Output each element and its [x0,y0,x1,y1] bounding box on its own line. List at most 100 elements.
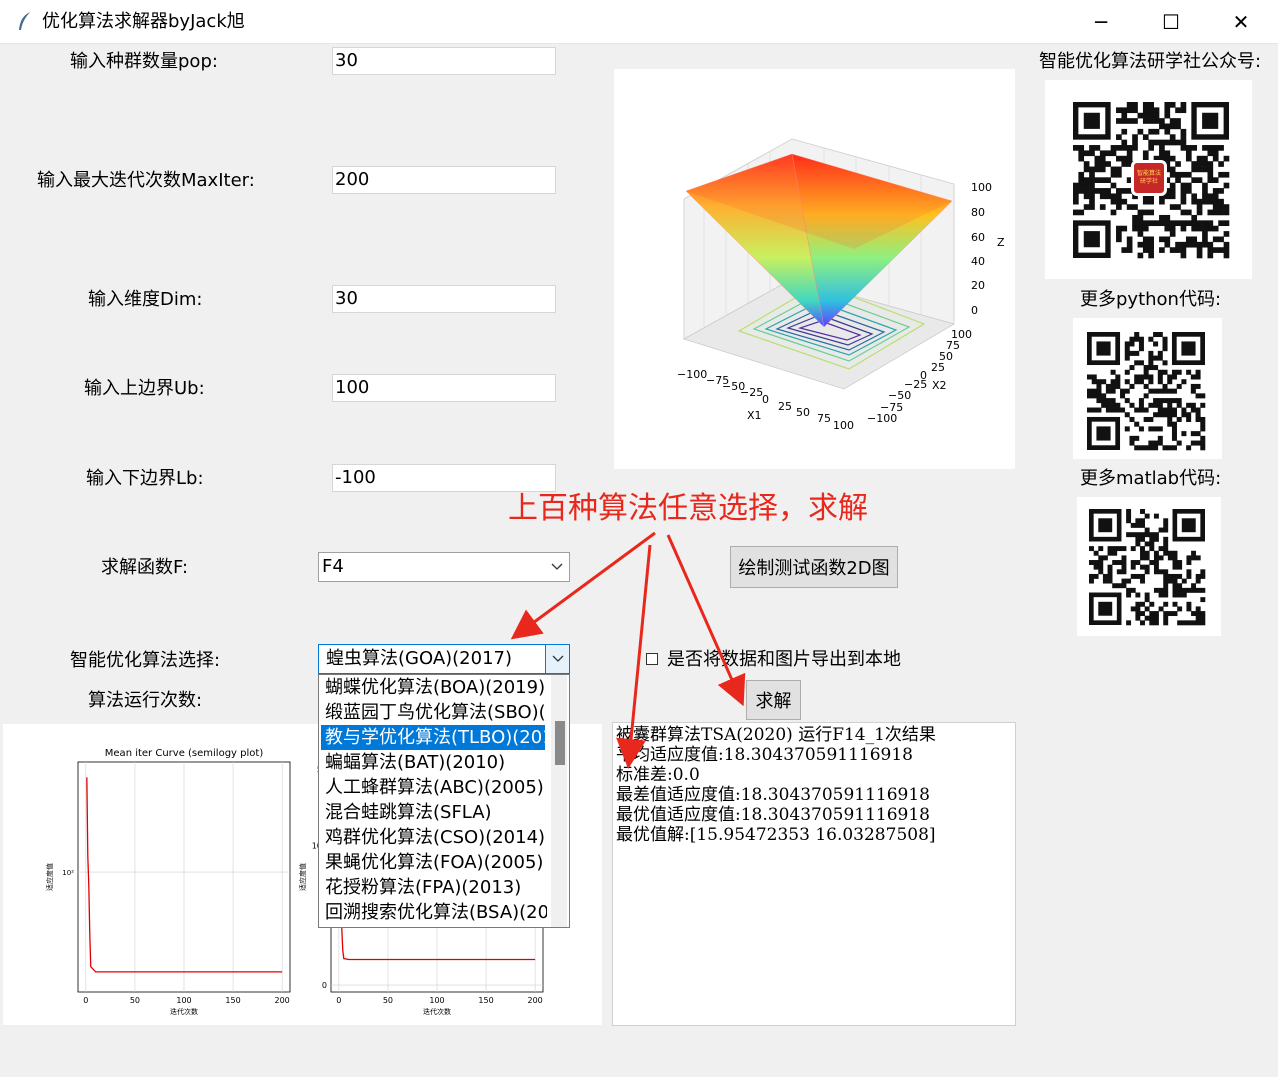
qr-module [1162,398,1168,404]
ub-input[interactable]: 100 [332,374,556,402]
dim-label: 输入维度Dim: [88,289,203,310]
func-select[interactable]: F4 [318,552,570,582]
qr-module [1200,615,1206,621]
qr-module [1169,182,1176,189]
x-axis-label: 迭代次数 [170,1007,198,1016]
feather-icon [19,12,30,30]
dropdown-item[interactable]: 鸡群优化算法(CSO)(2014) [319,825,547,850]
qr-module [1083,182,1090,189]
dropdown-item[interactable]: 蝴蝶优化算法(BOA)(2019) [319,675,547,700]
qr-module [1130,532,1136,538]
qr-module [1196,209,1203,216]
dropdown-item[interactable]: 蝙蝠算法(BAT)(2010) [319,750,547,775]
qr-module [1110,171,1117,178]
algo-select[interactable]: 蝗虫算法(GOA)(2017) [318,644,570,674]
qr-module [1159,139,1165,146]
minimize-button[interactable]: ─ [1066,0,1136,44]
qr-module [1099,161,1106,167]
qr-module [1148,445,1154,451]
qr-module [1135,592,1141,598]
qr-module [1110,145,1117,151]
qr-module [1157,412,1163,418]
qr-module [1116,198,1122,205]
qr-module [1172,550,1178,556]
dropdown-item[interactable]: 人工蜂群算法(ABC)(2005) [319,775,547,800]
qr-module [1078,177,1085,183]
qr-module [1159,123,1165,130]
chevron-down-icon[interactable] [545,645,569,673]
qr-module [1171,407,1177,413]
qr-module [1116,560,1122,565]
qr-module [1116,171,1122,178]
qr-module [1185,155,1192,162]
qr-module [1207,241,1214,248]
dropdown-scroll-thumb[interactable] [555,721,565,765]
qr-module [1143,369,1149,375]
qr-module [1153,611,1159,617]
pop-input[interactable]: 30 [332,47,556,75]
qr-module [1190,388,1196,394]
qr-module [1157,355,1163,361]
qr-module [1153,560,1159,565]
qr-module [1218,236,1224,243]
x-tick: 75 [817,412,831,425]
qr-module [1171,445,1177,451]
algo-label: 智能优化算法选择: [70,650,221,671]
qr-module [1195,369,1201,375]
dropdown-item[interactable]: 果蝇优化算法(FOA)(2005) [319,850,547,875]
qr-module [1148,336,1154,342]
qr-module [1212,236,1219,243]
qr-module [1157,426,1163,432]
solve-button[interactable]: 求解 [746,680,801,720]
qr-finder-core [1181,518,1196,533]
qr-module [1157,374,1163,380]
x-tick: 50 [796,406,810,419]
qr-module [1163,536,1169,542]
qr-module [1138,398,1144,404]
qr-module [1096,398,1102,404]
qr-module [1190,383,1196,389]
qr-module [1116,145,1122,151]
qr-module [1126,518,1132,524]
qr-module [1089,573,1094,579]
result-text-area[interactable]: 被囊群算法TSA(2020) 运行F14_1次结果 平均适应度值:18.3043… [612,722,1016,1026]
dropdown-item[interactable]: 回溯搜索优化算法(BSA)(20 [319,900,547,925]
plot-2d-button[interactable]: 绘制测试函数2D图 [730,546,898,588]
qr-module [1101,402,1107,408]
qr-module [1177,620,1183,626]
qr-module [1191,225,1198,232]
dim-input[interactable]: 30 [332,285,556,313]
qr-module [1180,139,1187,146]
qr-module [1087,393,1093,399]
qr-module [1167,374,1173,380]
qr-module [1148,241,1154,248]
qr-module [1196,204,1203,210]
qr-module [1142,150,1149,157]
x-tick-label: 0 [336,996,341,1005]
qr-module [1200,611,1206,617]
chevron-down-icon[interactable] [545,553,569,581]
dropdown-item[interactable]: 花授粉算法(FPA)(2013) [319,875,547,900]
qr-module [1105,383,1111,389]
qr-module [1218,145,1224,151]
algo-dropdown-list[interactable]: 蝴蝶优化算法(BOA)(2019) 缎蓝园丁鸟优化算法(SBO)( 教与学优化算… [318,674,570,928]
dropdown-item-selected[interactable]: 教与学优化算法(TLBO)(201 [321,725,545,750]
lb-input[interactable]: -100 [332,464,556,492]
maxiter-input[interactable]: 200 [332,166,556,194]
result-line: 最差值适应度值:18.304370591116918 [616,785,931,805]
qr-module [1200,587,1206,593]
qr-module [1140,536,1145,542]
qr-module [1153,532,1159,538]
dropdown-item[interactable]: 缎蓝园丁鸟优化算法(SBO)( [319,700,547,725]
close-button[interactable]: ✕ [1206,0,1276,44]
maximize-button[interactable]: ☐ [1136,0,1206,44]
qr-module [1185,209,1192,216]
dropdown-item[interactable]: 混合蛙跳算法(SFLA) [319,800,547,825]
qr-module [1130,522,1136,528]
export-checkbox[interactable] [646,653,658,665]
dropdown-scrollbar[interactable] [551,675,567,927]
qr-module [1157,350,1163,356]
qr-module [1140,601,1145,607]
qr-module [1223,252,1230,259]
qr-module [1101,379,1107,385]
